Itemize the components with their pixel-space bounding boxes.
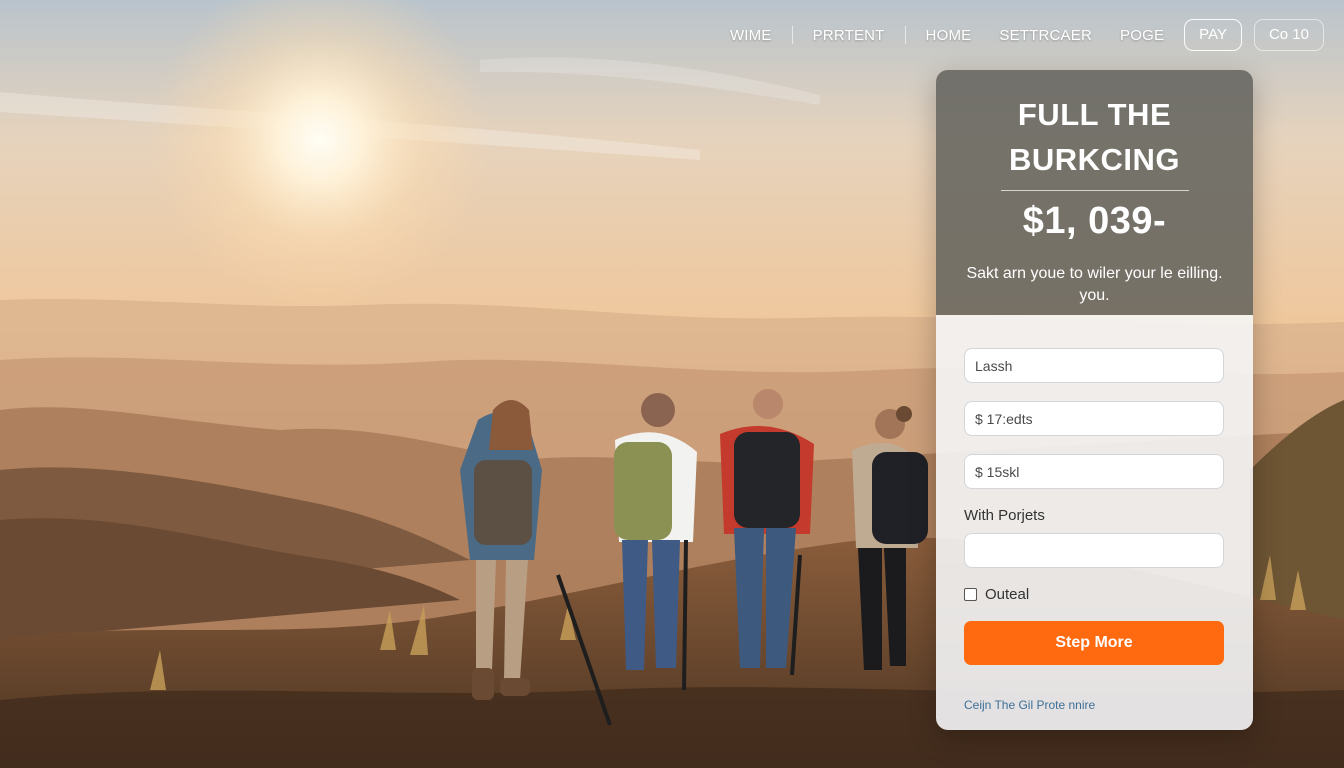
projects-label: With Porjets	[964, 507, 1045, 524]
name-input[interactable]	[964, 348, 1224, 383]
booking-card: FULL THE BURKCING $1, 039- Sakt arn youe…	[936, 70, 1253, 730]
card-title-line1: FULL THE	[1017, 97, 1172, 132]
projects-input[interactable]	[964, 533, 1224, 568]
card-subtitle: Sakt arn youe to wiler your le eilling. …	[936, 263, 1253, 307]
top-nav: WIME PRRTENT HOME SETTRCAER POGE PAY Co …	[716, 18, 1324, 52]
nav-link-prrtent[interactable]: PRRTENT	[799, 27, 899, 44]
nav-link-poge[interactable]: POGE	[1106, 27, 1178, 44]
card-title-line2: BURKCING	[1008, 142, 1181, 177]
outeal-checkbox-label: Outeal	[985, 586, 1030, 603]
price-input-1[interactable]	[964, 401, 1224, 436]
outeal-checkbox-row[interactable]: Outeal	[964, 586, 1224, 603]
booking-card-header: FULL THE BURKCING $1, 039- Sakt arn youe…	[936, 70, 1253, 315]
nav-divider	[904, 26, 906, 44]
card-subtitle-line1: Sakt arn youe to wiler your le eilling.	[966, 265, 1223, 282]
step-more-button[interactable]: Step More	[964, 621, 1224, 665]
outeal-checkbox[interactable]	[964, 588, 977, 601]
booking-form: With Porjets Outeal Step More Ceijn The …	[936, 315, 1253, 730]
nav-link-wime[interactable]: WIME	[716, 27, 786, 44]
price: $1, 039-	[1022, 200, 1167, 242]
secondary-nav-button[interactable]: Co 10	[1253, 19, 1324, 51]
price-input-2[interactable]	[964, 454, 1224, 489]
nav-link-settrcaer[interactable]: SETTRCAER	[985, 27, 1106, 44]
nav-link-home[interactable]: HOME	[912, 27, 986, 44]
pay-button[interactable]: PAY	[1184, 19, 1242, 51]
card-subtitle-line2: you.	[1079, 287, 1110, 304]
card-divider	[1000, 190, 1189, 191]
card-title: FULL THE BURKCING	[936, 92, 1253, 182]
footer-link[interactable]: Ceijn The Gil Prote nnire	[964, 698, 1224, 712]
nav-divider	[791, 26, 793, 44]
